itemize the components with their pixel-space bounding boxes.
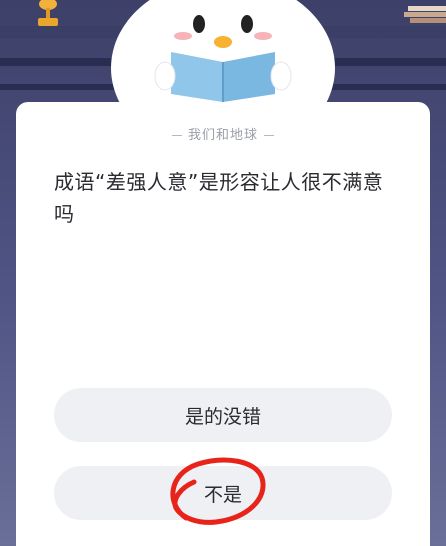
source-text: 我们和地球	[187, 128, 258, 143]
question-text: 成语“差强人意”是形容让人很不满意吗	[54, 170, 384, 226]
trophy-icon	[38, 0, 58, 26]
source-label: 我们和地球	[16, 124, 430, 143]
option-no-button[interactable]: 不是	[54, 466, 392, 520]
books-icon	[404, 6, 446, 23]
option-label: 是的没错	[184, 405, 261, 428]
quiz-card: 我们和地球 成语“差强人意”是形容让人很不满意吗 是的没错 不是	[16, 102, 430, 546]
divider-dash	[171, 135, 182, 136]
option-yes-button[interactable]: 是的没错	[54, 388, 392, 442]
quiz-screen: 我们和地球 成语“差强人意”是形容让人很不满意吗 是的没错 不是	[0, 0, 446, 546]
divider-dash	[264, 135, 274, 136]
penguin-mascot	[111, 0, 335, 115]
option-label: 不是	[203, 483, 242, 506]
